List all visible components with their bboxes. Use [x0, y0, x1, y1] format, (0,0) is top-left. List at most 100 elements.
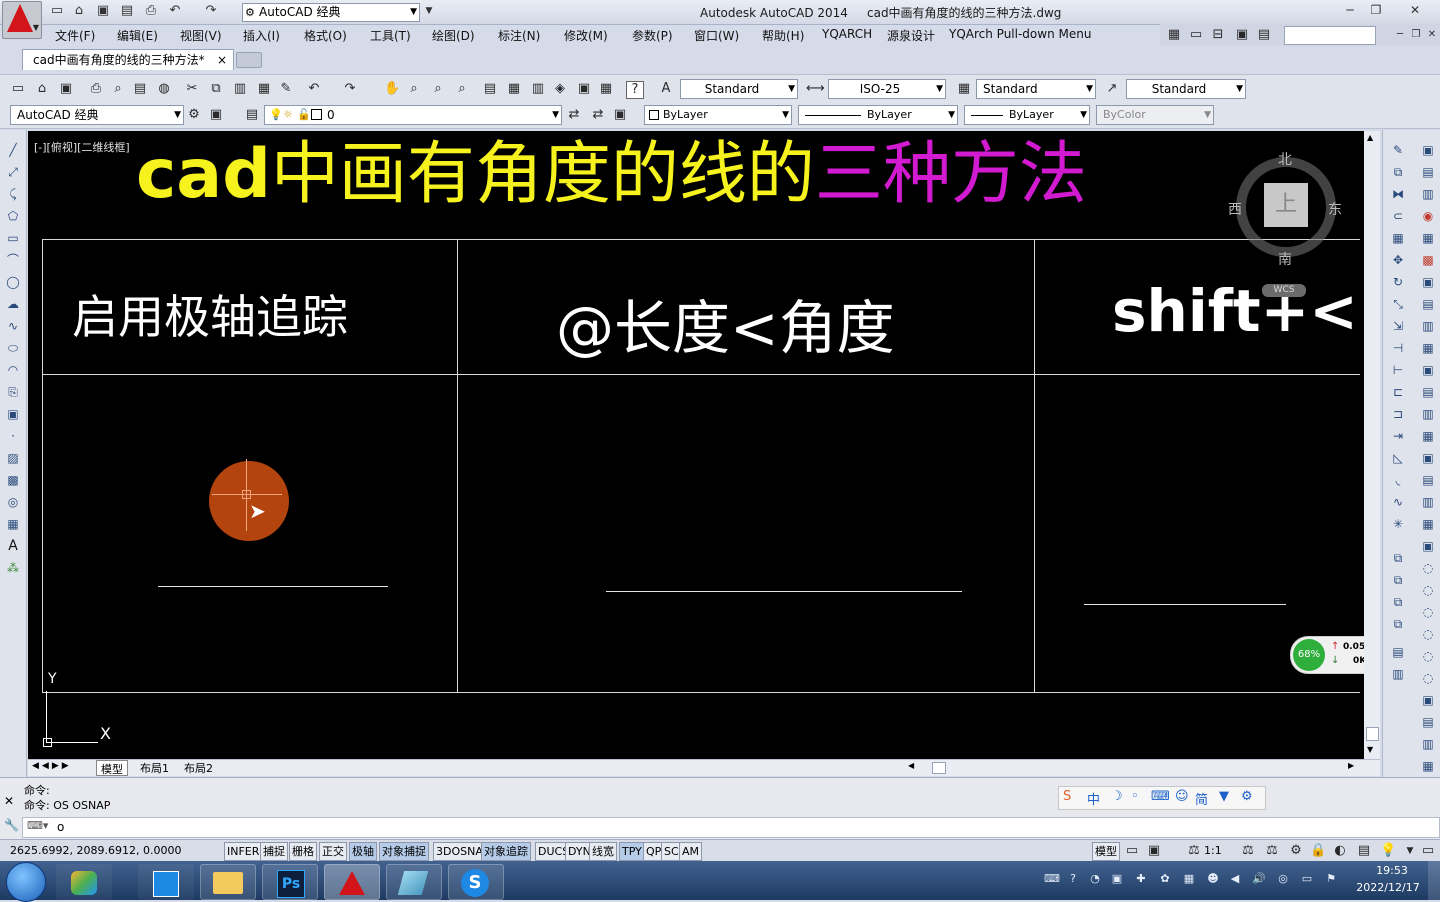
pan-icon[interactable]: ✋: [384, 81, 400, 97]
toolbar-icon[interactable]: ▭: [1188, 27, 1204, 43]
table-style-select[interactable]: Standard ▼: [976, 79, 1096, 99]
erase-icon[interactable]: ✎: [1389, 142, 1407, 158]
close-button[interactable]: ✕: [1402, 2, 1428, 18]
vertical-scrollbar[interactable]: ▲ ▼: [1364, 131, 1380, 759]
skin-icon[interactable]: ▼: [1219, 789, 1229, 804]
scroll-right-icon[interactable]: ▶: [1348, 761, 1354, 770]
tab-model[interactable]: 模型: [96, 760, 128, 776]
ime-toolbar[interactable]: S 中 ☽ ◦ ⌨ ☺ 简 ▼ ⚙: [1058, 786, 1266, 810]
viewcube-west[interactable]: 西: [1228, 199, 1242, 219]
yq-tool-icon[interactable]: ▣: [1419, 362, 1437, 378]
yq-tool-icon[interactable]: ▤: [1419, 714, 1437, 730]
workspace-save-icon[interactable]: ▣: [208, 107, 224, 123]
construction-line-icon[interactable]: ⤢: [4, 164, 22, 180]
yq-tool-icon[interactable]: ▤: [1419, 164, 1437, 180]
toggle-infer[interactable]: INFER: [224, 842, 263, 861]
yq-tool-icon[interactable]: ◌: [1419, 626, 1437, 642]
new-tab-button[interactable]: [236, 52, 262, 68]
coordinates[interactable]: 2625.6992, 2089.6912, 0.0000: [10, 844, 181, 857]
sheet-set-icon[interactable]: ◈: [552, 81, 568, 97]
draworder-above-icon[interactable]: ⧉: [1389, 616, 1407, 632]
yq-tool-icon[interactable]: ▦: [1419, 758, 1437, 774]
viewcube-top-face[interactable]: 上: [1264, 183, 1308, 227]
spline-icon[interactable]: ∿: [4, 318, 22, 334]
ellipse-arc-icon[interactable]: ◠: [4, 362, 22, 378]
ime-mode-chinese[interactable]: 中: [1087, 789, 1100, 808]
annotation-scale-value[interactable]: 1:1: [1204, 844, 1222, 857]
make-current-layer-icon[interactable]: ⇄: [566, 107, 582, 123]
qq-icon[interactable]: ☻: [1206, 872, 1220, 886]
minimize-button[interactable]: ─: [1338, 2, 1362, 18]
yq-tool-icon[interactable]: ◉: [1419, 208, 1437, 224]
draworder-icon[interactable]: ⧉: [1389, 550, 1407, 566]
extend-icon[interactable]: ⊢: [1389, 362, 1407, 378]
text-style-select[interactable]: Standard ▼: [680, 79, 798, 99]
taskbar-app-explorer[interactable]: [138, 864, 194, 900]
toggle-snap[interactable]: 捕捉: [260, 842, 288, 861]
yq-tool-icon[interactable]: ▤: [1419, 472, 1437, 488]
search-input[interactable]: [1284, 26, 1376, 45]
toggle-lineweight[interactable]: 线宽: [589, 842, 617, 861]
mleader-style-select[interactable]: Standard ▼: [1126, 79, 1246, 99]
new-icon[interactable]: ▭: [48, 3, 66, 19]
open-icon[interactable]: ⌂: [70, 3, 88, 19]
new-icon[interactable]: ▭: [10, 81, 26, 97]
stretch-icon[interactable]: ⇲: [1389, 318, 1407, 334]
publish-icon[interactable]: ▤: [132, 81, 148, 97]
menu-draw[interactable]: 绘图(D): [432, 27, 475, 44]
tray-icon[interactable]: ◎: [1276, 872, 1290, 886]
taskbar-app-notes[interactable]: [386, 864, 442, 900]
tray-icon[interactable]: ▣: [1110, 872, 1124, 886]
viewcube-south[interactable]: 南: [1278, 249, 1292, 269]
mtext-icon[interactable]: A: [4, 538, 22, 554]
model-space-button[interactable]: 模型: [1092, 842, 1120, 861]
linetype-select[interactable]: ByLayer ▼: [798, 105, 958, 125]
open-icon[interactable]: ⌂: [34, 81, 50, 97]
point-icon[interactable]: ·: [4, 428, 22, 444]
yq-tool-icon[interactable]: ▥: [1419, 318, 1437, 334]
3d-print-icon[interactable]: ◍: [156, 81, 172, 97]
auto-scale-icon[interactable]: ⚖: [1264, 843, 1280, 859]
yq-tool-icon[interactable]: ◌: [1419, 648, 1437, 664]
ellipse-icon[interactable]: ⬭: [4, 340, 22, 356]
menu-dimension[interactable]: 标注(N): [498, 27, 540, 44]
hatch-icon[interactable]: ▨: [4, 450, 22, 466]
keyboard-icon[interactable]: ⌨: [1044, 872, 1060, 886]
layer-select[interactable]: 💡 ☼ 🔓 0 ▼: [264, 105, 562, 125]
tray-icon[interactable]: ✿: [1158, 872, 1172, 886]
drawing-canvas[interactable]: [-][俯视][二维线框] cad中画有角度的线的三种方法 启用极轴追踪 @长度…: [28, 131, 1364, 759]
scroll-thumb[interactable]: [1366, 727, 1379, 741]
yq-tool-icon[interactable]: ◌: [1419, 604, 1437, 620]
viewcube-north[interactable]: 北: [1278, 149, 1292, 169]
yq-tool-icon[interactable]: ▦: [1419, 340, 1437, 356]
moon-icon[interactable]: ☽: [1111, 789, 1123, 804]
clock-time[interactable]: 19:53: [1362, 864, 1422, 877]
trim-icon[interactable]: ⊣: [1389, 340, 1407, 356]
paste-icon[interactable]: ▥: [232, 81, 248, 97]
status-menu-icon[interactable]: ▼: [1402, 843, 1418, 859]
yq-tool-icon[interactable]: ▣: [1419, 538, 1437, 554]
taskbar-app-autocad[interactable]: [324, 864, 380, 900]
line-icon[interactable]: ╱: [4, 142, 22, 158]
scale-icon[interactable]: ⤡: [1389, 296, 1407, 312]
toolbar-icon[interactable]: ▣: [1234, 27, 1250, 43]
mirror-icon[interactable]: ⧓: [1389, 186, 1407, 202]
redo-icon[interactable]: ↷: [342, 81, 358, 97]
circle-icon[interactable]: ◯: [4, 274, 22, 290]
menu-yqarch[interactable]: YQARCH: [822, 27, 872, 41]
menu-insert[interactable]: 插入(I): [243, 27, 280, 44]
yq-tool-icon[interactable]: ◌: [1419, 560, 1437, 576]
plotstyle-select[interactable]: ByColor ▼: [1096, 105, 1214, 125]
drawn-line[interactable]: [1084, 604, 1286, 605]
insert-block-icon[interactable]: ⎘: [4, 384, 22, 400]
save-icon[interactable]: ▣: [94, 3, 112, 19]
yq-tool-icon[interactable]: ◌: [1419, 582, 1437, 598]
scroll-up-icon[interactable]: ▲: [1367, 133, 1373, 142]
qat-dropdown-icon[interactable]: ▼: [420, 3, 438, 19]
zoom-realtime-icon[interactable]: ⌕: [406, 81, 422, 97]
menu-format[interactable]: 格式(O): [304, 27, 347, 44]
array-icon[interactable]: ▦: [1389, 230, 1407, 246]
color-select[interactable]: ByLayer ▼: [644, 105, 792, 125]
yq-tool-icon[interactable]: ◌: [1419, 670, 1437, 686]
yq-tool-icon[interactable]: ▤: [1419, 296, 1437, 312]
